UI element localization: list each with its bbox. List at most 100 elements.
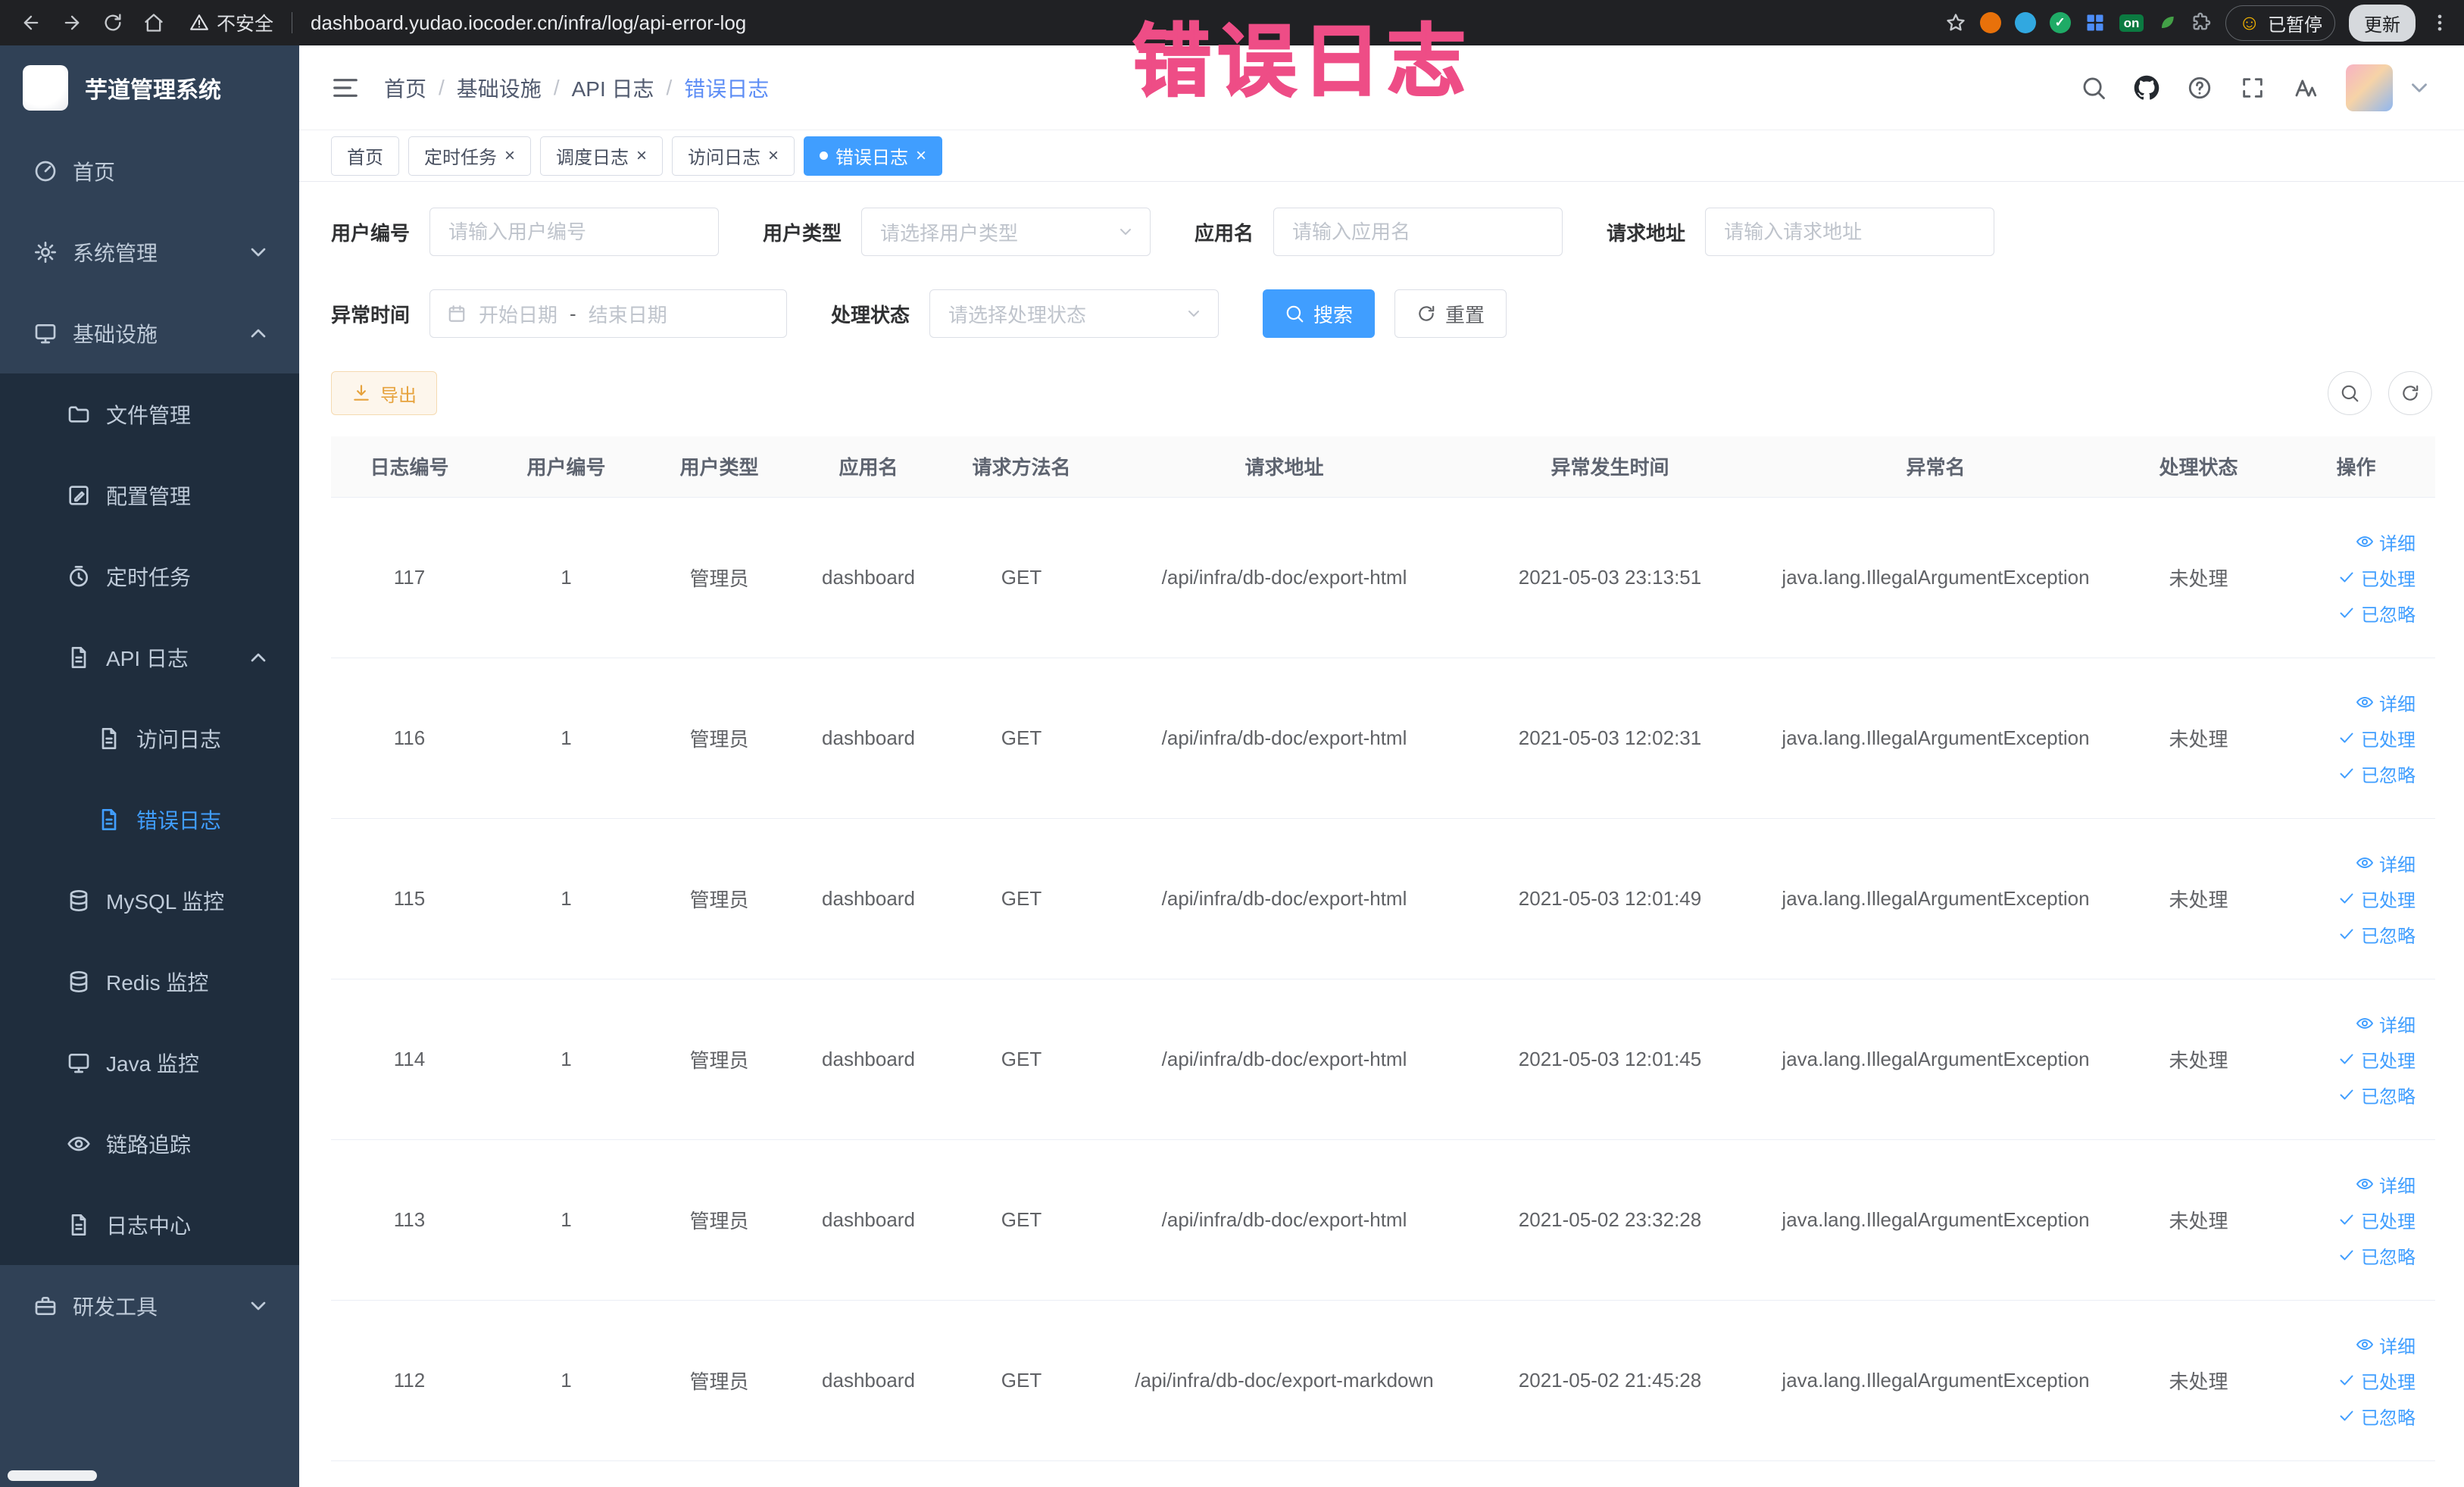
action-label: 已处理: [2361, 729, 2416, 751]
action-processed-link[interactable]: 已处理: [2338, 886, 2416, 912]
action-ignored-link[interactable]: 已忽略: [2338, 600, 2416, 626]
close-icon[interactable]: ×: [768, 146, 779, 165]
export-button-label: 导出: [380, 385, 417, 406]
paused-badge[interactable]: ☺ 已暂停: [2225, 5, 2335, 41]
reload-icon[interactable]: [95, 5, 130, 40]
forward-icon[interactable]: [55, 5, 89, 40]
action-label: 已忽略: [2361, 604, 2416, 626]
sidebar-item-10[interactable]: Redis 监控: [0, 941, 299, 1022]
action-label: 详细: [2379, 533, 2416, 555]
search-button[interactable]: 搜索: [1263, 289, 1376, 338]
cell-actions: 详细已处理已忽略: [2277, 1300, 2435, 1461]
action-detail-link[interactable]: 详细: [2356, 529, 2416, 555]
cell-method: GET: [943, 1139, 1100, 1301]
sidebar-item-7[interactable]: 访问日志: [0, 698, 299, 779]
action-ignored-link[interactable]: 已忽略: [2338, 1082, 2416, 1108]
font-size-icon[interactable]: [2293, 75, 2319, 101]
action-processed-link[interactable]: 已处理: [2338, 1046, 2416, 1073]
export-button[interactable]: 导出: [331, 371, 437, 415]
reset-button-label: 重置: [1445, 303, 1485, 326]
sidebar-item-11[interactable]: Java 监控: [0, 1022, 299, 1103]
refresh-table-button[interactable]: [2388, 371, 2432, 415]
action-processed-link[interactable]: 已处理: [2338, 1367, 2416, 1394]
user-avatar[interactable]: [2346, 64, 2393, 111]
browser-update-button[interactable]: 更新: [2349, 4, 2416, 42]
system-icon: [33, 240, 58, 264]
action-detail-link[interactable]: 详细: [2356, 689, 2416, 716]
exception-time-range-picker[interactable]: 开始日期 - 结束日期: [429, 289, 788, 338]
tab-0[interactable]: 首页: [331, 136, 399, 176]
action-detail-link[interactable]: 详细: [2356, 1171, 2416, 1198]
help-icon[interactable]: [2187, 75, 2213, 101]
sidebar-item-0[interactable]: 首页: [0, 130, 299, 211]
tab-1[interactable]: 定时任务 ×: [408, 136, 532, 176]
breadcrumb-item-0[interactable]: 首页: [384, 73, 426, 103]
sidebar-item-13[interactable]: 日志中心: [0, 1184, 299, 1265]
extensions-puzzle-icon[interactable]: [2191, 12, 2212, 33]
action-ignored-link[interactable]: 已忽略: [2338, 921, 2416, 948]
cell-user_id: 1: [488, 979, 645, 1140]
fullscreen-icon[interactable]: [2240, 75, 2266, 101]
process-status-select[interactable]: 请选择处理状态: [929, 289, 1220, 338]
sidebar-item-2[interactable]: 基础设施: [0, 292, 299, 373]
ext-leaf-icon[interactable]: [2157, 13, 2177, 33]
search-icon[interactable]: [2081, 75, 2106, 101]
mysql-icon: [67, 889, 91, 913]
tab-4[interactable]: 错误日志 ×: [804, 136, 943, 176]
trace-icon: [67, 1132, 91, 1156]
breadcrumb-item-2[interactable]: API 日志: [572, 73, 654, 103]
action-ignored-link[interactable]: 已忽略: [2338, 761, 2416, 787]
close-icon[interactable]: ×: [916, 146, 926, 165]
ext-blue-grid-icon[interactable]: [2085, 12, 2106, 33]
ext-blue-drop-icon[interactable]: [2014, 12, 2036, 33]
github-icon[interactable]: [2134, 75, 2160, 101]
breadcrumb-item-1[interactable]: 基础设施: [457, 73, 542, 103]
dashboard-icon: [33, 159, 58, 183]
sidebar-item-9[interactable]: MySQL 监控: [0, 860, 299, 941]
ext-on-badge[interactable]: on: [2119, 14, 2144, 32]
action-processed-link[interactable]: 已处理: [2338, 1207, 2416, 1233]
sidebar-item-4[interactable]: 配置管理: [0, 455, 299, 536]
sidebar-scrollbar[interactable]: [8, 1470, 97, 1481]
search-icon: [2340, 383, 2359, 403]
user-type-select[interactable]: 请选择用户类型: [861, 208, 1151, 256]
address-url[interactable]: dashboard.yudao.iocoder.cn/infra/log/api…: [311, 11, 746, 35]
avatar-caret-icon[interactable]: [2406, 75, 2432, 101]
hamburger-icon[interactable]: [331, 73, 360, 102]
sidebar-item-12[interactable]: 链路追踪: [0, 1103, 299, 1184]
home-icon[interactable]: [136, 5, 171, 40]
action-detail-link[interactable]: 详细: [2356, 1011, 2416, 1037]
close-icon[interactable]: ×: [504, 146, 515, 165]
action-ignored-link[interactable]: 已忽略: [2338, 1403, 2416, 1429]
reset-button[interactable]: 重置: [1394, 289, 1507, 338]
back-icon[interactable]: [14, 5, 48, 40]
sidebar-item-14[interactable]: 研发工具: [0, 1265, 299, 1346]
bookmark-star-icon[interactable]: [1945, 12, 1966, 33]
column-header-9: 操作: [2277, 436, 2435, 498]
request-url-input[interactable]: [1705, 208, 1995, 256]
action-detail-link[interactable]: 详细: [2356, 850, 2416, 876]
sidebar-item-1[interactable]: 系统管理: [0, 211, 299, 292]
ext-green-check-icon[interactable]: ✓: [2049, 12, 2071, 33]
sidebar-item-6[interactable]: API 日志: [0, 617, 299, 698]
action-processed-link[interactable]: 已处理: [2338, 564, 2416, 591]
action-processed-link[interactable]: 已处理: [2338, 725, 2416, 751]
app-logo[interactable]: 芋道管理系统: [0, 45, 299, 130]
sidebar-item-8[interactable]: 错误日志: [0, 779, 299, 860]
security-chip[interactable]: 不安全: [189, 9, 273, 36]
browser-menu-icon[interactable]: [2429, 12, 2450, 33]
action-ignored-link[interactable]: 已忽略: [2338, 1242, 2416, 1269]
sidebar-item-3[interactable]: 文件管理: [0, 373, 299, 455]
tab-3[interactable]: 访问日志 ×: [672, 136, 795, 176]
tab-label: 错误日志: [835, 148, 909, 168]
user-id-input[interactable]: [429, 208, 720, 256]
app-name-input[interactable]: [1273, 208, 1563, 256]
close-icon[interactable]: ×: [636, 146, 647, 165]
sidebar-item-5[interactable]: 定时任务: [0, 536, 299, 617]
tab-2[interactable]: 调度日志 ×: [540, 136, 664, 176]
tab-label: 访问日志: [688, 148, 761, 168]
toggle-search-button[interactable]: [2328, 371, 2372, 415]
action-detail-link[interactable]: 详细: [2356, 1332, 2416, 1358]
ext-orange-circle-icon[interactable]: [1979, 12, 2001, 33]
sidebar-item-label: 研发工具: [73, 1295, 158, 1319]
